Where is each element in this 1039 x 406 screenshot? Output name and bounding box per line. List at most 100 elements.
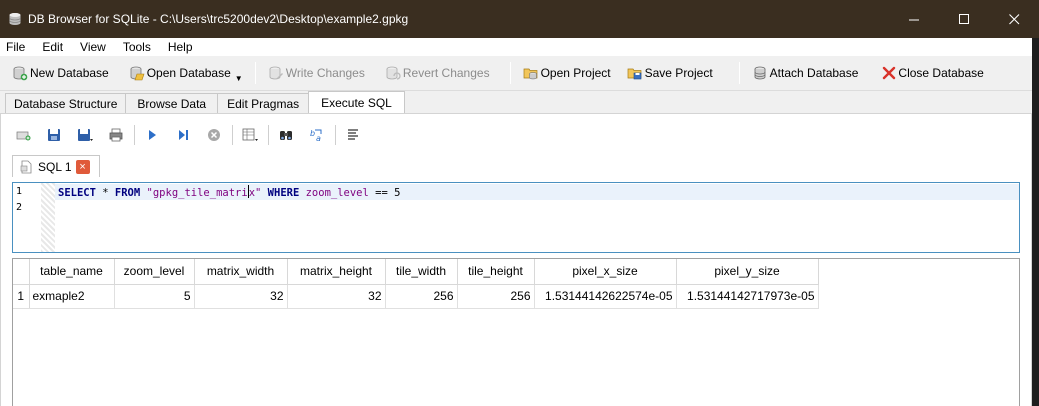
open-database-icon [130,66,145,81]
open-project-button[interactable]: Open Project [517,61,617,85]
table-cell[interactable]: 32 [287,284,386,309]
window-edge [1032,38,1039,406]
sql-editor[interactable]: 1 2 SELECT * FROM "gpkg_tile_matrix" WHE… [12,182,1020,253]
column-header[interactable]: matrix_height [287,259,386,285]
attach-database-icon [754,66,766,80]
sql-file-icon [20,160,32,173]
new-database-button[interactable]: New Database [6,61,115,85]
minimize-button[interactable] [889,0,939,38]
svg-text:a: a [316,134,321,143]
menu-help[interactable]: Help [160,40,202,54]
tab-edit-pragmas[interactable]: Edit Pragmas [217,93,310,113]
column-header[interactable]: zoom_level [114,259,195,285]
stop-execution-button[interactable] [203,124,225,146]
find-replace-icon: b a [310,129,322,143]
save-sql-file-button[interactable] [74,124,96,146]
tab-browse-data[interactable]: Browse Data [125,93,219,113]
toolbar-separator [254,62,256,84]
close-database-button[interactable]: Close Database [876,61,989,85]
menu-tools[interactable]: Tools [115,40,160,54]
menu-file[interactable]: File [0,40,34,54]
print-button[interactable] [105,124,127,146]
open-tab-button[interactable] [12,124,34,146]
column-header[interactable]: pixel_x_size [534,259,677,285]
tab-sql-1[interactable]: SQL 1 × [12,155,100,177]
toolbar-separator [134,125,135,145]
save-results-button[interactable] [239,124,261,146]
tab-execute-sql[interactable]: Execute SQL [308,91,405,113]
sql-code-line: SELECT * FROM "gpkg_tile_matrix" WHERE z… [58,185,400,199]
column-header[interactable]: tile_height [457,259,535,285]
close-icon[interactable]: × [75,159,90,174]
binoculars-icon [280,131,292,140]
close-button[interactable] [989,0,1039,38]
results-table: table_name zoom_level matrix_width matri… [13,259,819,309]
comment-lines-icon [348,129,358,140]
open-sql-file-button[interactable] [43,124,65,146]
find-button[interactable] [275,124,297,146]
attach-database-label: Attach Database [769,66,859,80]
open-database-label: Open Database [146,66,231,80]
find-replace-button[interactable]: b a [306,124,328,146]
write-changes-button[interactable]: Write Changes [262,61,371,85]
table-row[interactable]: 1 exmaple2 5 32 32 256 256 1.53144142622… [13,284,819,309]
menu-bar: File Edit View Tools Help [0,38,1039,56]
close-database-label: Close Database [898,66,984,80]
corner-cell[interactable] [13,259,30,285]
sql-tab-label: SQL 1 [38,159,72,174]
open-database-button[interactable]: Open Database ▼ [123,61,249,85]
sql-string: "gpkg_tile_matri [146,187,248,199]
sql-operator: == [368,187,395,199]
header-row: table_name zoom_level matrix_width matri… [13,259,819,285]
save-results-icon [242,128,258,141]
revert-changes-label: Revert Changes [402,66,490,80]
save-project-icon [627,68,641,80]
table-cell[interactable]: exmaple2 [29,284,115,309]
table-cell[interactable]: 1.53144142622574e-05 [534,284,677,309]
table-cell[interactable]: 32 [194,284,288,309]
maximize-icon [958,13,969,24]
open-tab-icon [16,131,31,141]
svg-text:b: b [310,129,315,138]
table-cell[interactable]: 1.53144142717973e-05 [676,284,819,309]
open-project-label: Open Project [540,66,611,80]
revert-changes-icon [386,66,401,80]
sql-operator: * [95,187,115,199]
new-database-icon [13,66,28,81]
tab-database-structure[interactable]: Database Structure [5,93,127,113]
open-sql-file-icon [48,129,60,141]
stop-icon [208,129,220,141]
execute-all-button[interactable] [141,124,163,146]
attach-database-button[interactable]: Attach Database [746,61,865,85]
toolbar-separator [232,125,233,145]
execute-current-line-button[interactable] [172,124,194,146]
menu-view[interactable]: View [72,40,115,54]
fold-margin [41,183,55,252]
line-number: 1 [16,186,23,197]
sql-keyword: WHERE [267,187,300,199]
revert-changes-button[interactable]: Revert Changes [379,61,496,85]
save-project-button[interactable]: Save Project [621,61,719,85]
sql-number: 5 [394,187,401,199]
save-sql-file-icon [78,129,93,141]
maximize-button[interactable] [939,0,989,38]
table-cell[interactable]: 5 [114,284,195,309]
comment-block-button[interactable] [342,124,364,146]
close-icon [1008,13,1019,24]
minimize-icon [908,19,919,20]
title-bar: DB Browser for SQLite - C:\Users\trc5200… [0,0,1039,38]
save-project-label: Save Project [644,66,713,80]
column-header[interactable]: pixel_y_size [676,259,819,285]
open-project-icon [523,68,537,80]
row-number[interactable]: 1 [13,284,30,309]
main-tab-bar: Database Structure Browse Data Edit Prag… [0,91,1039,113]
table-cell[interactable]: 256 [457,284,535,309]
column-header[interactable]: tile_width [385,259,458,285]
column-header[interactable]: table_name [29,259,115,285]
table-cell[interactable]: 256 [385,284,458,309]
toolbar-separator [738,62,740,84]
chevron-down-icon[interactable]: ▼ [235,74,243,83]
column-header[interactable]: matrix_width [194,259,288,285]
menu-edit[interactable]: Edit [34,40,72,54]
toolbar-separator [268,125,269,145]
